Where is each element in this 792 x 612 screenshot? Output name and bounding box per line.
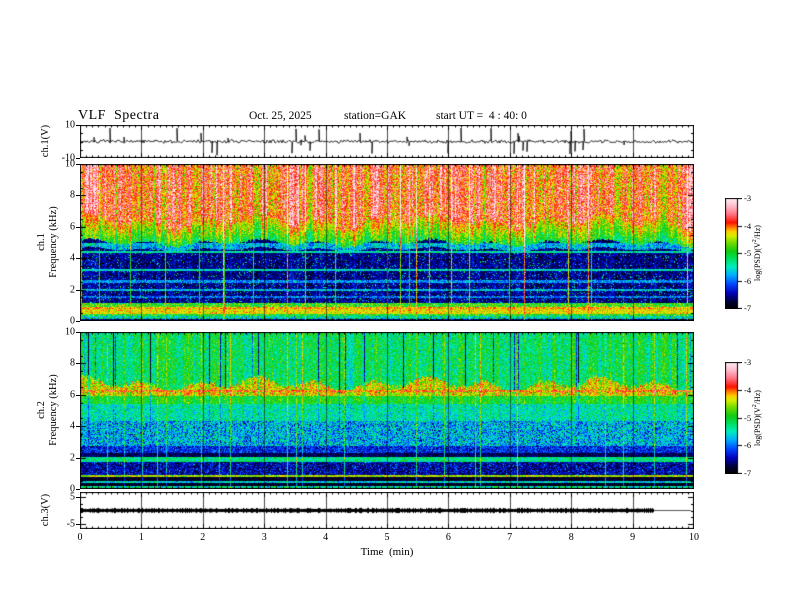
ch2-spec-ylabel-frequency: Frequency (kHz) bbox=[48, 374, 59, 446]
cb1-tick-label: -5 bbox=[744, 248, 752, 258]
ch1-wave-ylabel: ch.1(V) bbox=[40, 124, 51, 158]
ch2-spec-ylabel-channel: ch.2 bbox=[36, 401, 47, 419]
ch2-colorbar-label: log(PSD)(V2/Hz) bbox=[752, 390, 762, 446]
y-tick-mark bbox=[76, 321, 80, 322]
ch2-spec-ytick: 6 bbox=[70, 389, 75, 401]
ch1-colorbar-label: log(PSD)(V2/Hz) bbox=[752, 225, 762, 281]
ch1-wave-ytick: 10 bbox=[65, 119, 75, 131]
ch1-spec-ytick: 2 bbox=[70, 284, 75, 296]
y-tick-mark bbox=[76, 395, 80, 396]
cb2-label-post: /Hz) bbox=[752, 390, 762, 405]
time-axis-label: Time (min) bbox=[360, 546, 414, 558]
y-tick-mark bbox=[76, 458, 80, 459]
ch1-spec-ytick: 8 bbox=[70, 189, 75, 201]
ch2-spectrogram-panel bbox=[80, 332, 694, 489]
y-tick-mark bbox=[76, 497, 80, 498]
y-tick-mark bbox=[76, 125, 80, 126]
time-tick-label: 8 bbox=[568, 532, 574, 543]
time-tick-label: 0 bbox=[77, 532, 83, 543]
time-tick-label: 5 bbox=[384, 532, 390, 543]
time-tick-label: 3 bbox=[261, 532, 267, 543]
y-tick-mark bbox=[76, 164, 80, 165]
ch1-spec-ytick: 6 bbox=[70, 221, 75, 233]
y-tick-mark bbox=[76, 363, 80, 364]
y-tick-mark bbox=[76, 258, 80, 259]
ch1-spec-ylabel: ch.1 Frequency (kHz) bbox=[36, 206, 60, 277]
cb1-label-post: /Hz) bbox=[752, 225, 762, 240]
time-tick-label: 4 bbox=[323, 532, 329, 543]
cb2-tick-label: -7 bbox=[744, 468, 752, 478]
ch2-spec-ytick: 8 bbox=[70, 357, 75, 369]
cb1-label-pre: log(PSD)(V bbox=[752, 242, 762, 281]
cb2-tick-label: -4 bbox=[744, 384, 752, 395]
ch2-spec-ytick: 10 bbox=[65, 326, 75, 338]
y-tick-mark bbox=[76, 426, 80, 427]
time-tick-label: 10 bbox=[689, 532, 699, 543]
cb2-tick-label: -6 bbox=[744, 440, 752, 451]
cb1-tick-label: -7 bbox=[744, 303, 752, 313]
ch2-colorbar bbox=[725, 362, 742, 474]
cb1-tick-label: -3 bbox=[744, 193, 752, 203]
cb2-tick-label: -3 bbox=[744, 357, 752, 367]
cb2-label-pre: log(PSD)(V bbox=[752, 407, 762, 446]
ch1-spectrogram-panel bbox=[80, 164, 694, 321]
ch1-waveform-panel bbox=[80, 125, 694, 158]
station-label: station=GAK bbox=[344, 110, 407, 122]
ch3-wave-ytick: -5 bbox=[66, 518, 75, 530]
ch3-wave-ytick: 5 bbox=[70, 491, 75, 503]
ch1-colorbar bbox=[725, 198, 742, 309]
time-tick-label: 2 bbox=[200, 532, 206, 543]
cb2-label-sup: 2 bbox=[752, 404, 759, 408]
time-tick-label: 1 bbox=[138, 532, 144, 543]
figure-title: VLF Spectra bbox=[78, 108, 160, 123]
ch1-spec-ylabel-channel: ch.1 bbox=[36, 233, 47, 251]
ch2-spec-ytick: 4 bbox=[70, 420, 75, 432]
y-tick-mark bbox=[76, 227, 80, 228]
y-tick-mark bbox=[76, 158, 80, 159]
start-ut-label: start UT = 4 : 40: 0 bbox=[436, 110, 527, 122]
time-tick-label: 6 bbox=[445, 532, 451, 543]
date-label: Oct. 25, 2025 bbox=[249, 110, 312, 122]
vlf-spectra-figure: VLF Spectra Oct. 25, 2025 station=GAK st… bbox=[0, 0, 792, 612]
y-tick-mark bbox=[76, 524, 80, 525]
cb1-tick-label: -4 bbox=[744, 220, 752, 231]
y-tick-mark bbox=[76, 332, 80, 333]
cb1-tick-label: -6 bbox=[744, 275, 752, 286]
y-tick-mark bbox=[76, 290, 80, 291]
y-tick-mark bbox=[76, 489, 80, 490]
ch2-spec-ytick: 2 bbox=[70, 452, 75, 464]
ch1-spec-ytick: 10 bbox=[65, 158, 75, 170]
cb1-label-sup: 2 bbox=[752, 239, 759, 243]
ch1-spec-ytick: 4 bbox=[70, 252, 75, 264]
y-tick-mark bbox=[76, 195, 80, 196]
ch1-spec-ytick: 0 bbox=[70, 315, 75, 327]
time-tick-label: 9 bbox=[630, 532, 636, 543]
cb2-tick-label: -5 bbox=[744, 412, 752, 423]
ch3-wave-ylabel: ch.3(V) bbox=[40, 493, 51, 527]
ch2-spec-ylabel: ch.2 Frequency (kHz) bbox=[36, 374, 60, 445]
ch1-spec-ylabel-frequency: Frequency (kHz) bbox=[48, 206, 59, 278]
ch3-waveform-panel bbox=[80, 492, 694, 529]
time-tick-label: 7 bbox=[507, 532, 513, 543]
